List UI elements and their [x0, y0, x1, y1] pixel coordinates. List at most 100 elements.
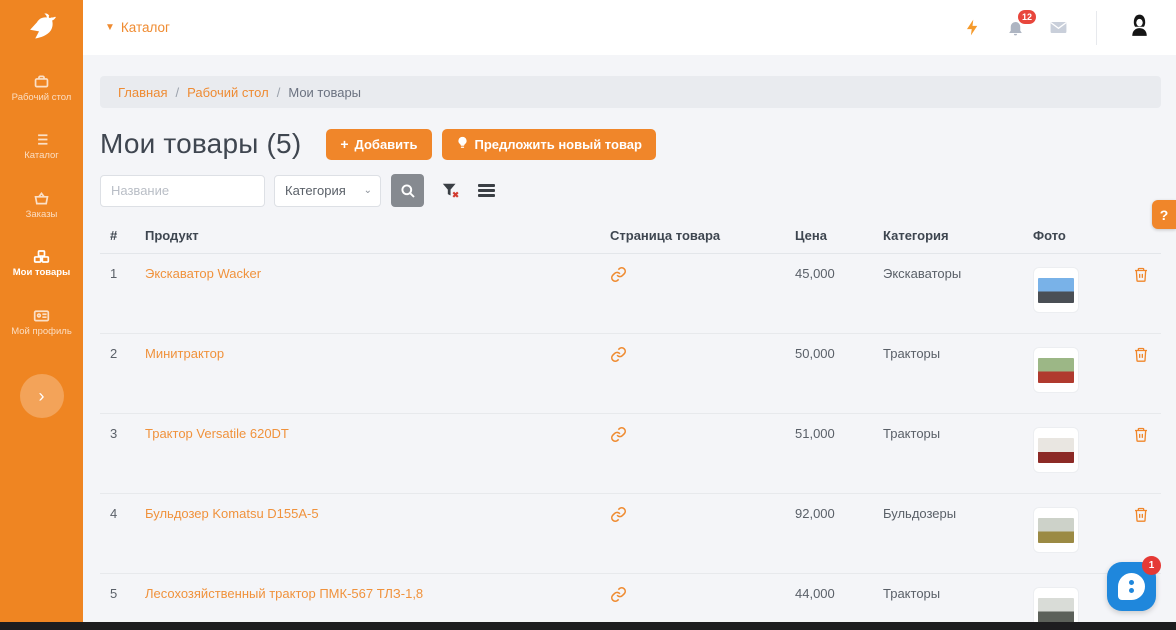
table-header: # Продукт Страница товара Цена Категория… — [100, 220, 1161, 254]
product-link[interactable]: Минитрактор — [145, 346, 224, 361]
trash-icon — [1133, 426, 1149, 443]
product-page-link[interactable] — [610, 506, 627, 526]
user-avatar[interactable] — [1125, 11, 1154, 45]
product-photo[interactable] — [1033, 507, 1079, 553]
sidebar-item-label: Заказы — [2, 210, 81, 220]
product-photo[interactable] — [1033, 267, 1079, 313]
product-photo[interactable] — [1033, 427, 1079, 473]
product-page-link[interactable] — [610, 426, 627, 446]
chevron-right-icon: › — [39, 386, 45, 407]
product-category: Тракторы — [883, 586, 1033, 601]
chat-bubble-icon — [1118, 573, 1145, 600]
name-search-input[interactable] — [100, 175, 265, 207]
product-price: 51,000 — [795, 426, 883, 441]
filter-x-icon — [441, 181, 461, 201]
product-link[interactable]: Бульдозер Komatsu D155A-5 — [145, 506, 319, 521]
table-row: 5 Лесохозяйственный трактор ПМК-567 ТЛЗ-… — [100, 574, 1161, 622]
table-body: 1 Экскаватор Wacker 45,000 Экскаваторы — [100, 254, 1161, 622]
suggest-product-button[interactable]: Предложить новый товар — [442, 129, 656, 160]
profile-card-icon — [33, 308, 50, 323]
col-photo: Фото — [1033, 228, 1133, 243]
chat-unread-badge: 1 — [1142, 556, 1161, 575]
col-product: Продукт — [145, 228, 610, 243]
link-icon — [610, 586, 627, 603]
notifications-button[interactable]: 12 — [1006, 18, 1025, 37]
sidebar-item-desktop[interactable]: Рабочий стол — [0, 64, 83, 114]
list-menu-button[interactable] — [478, 184, 495, 197]
help-button[interactable]: ? — [1152, 200, 1176, 229]
product-page-link[interactable] — [610, 266, 627, 286]
product-price: 44,000 — [795, 586, 883, 601]
boost-button[interactable] — [963, 18, 982, 37]
sidebar-item-my-products[interactable]: Мои товары — [0, 239, 83, 289]
sidebar-item-label: Мои товары — [2, 268, 81, 278]
add-product-button[interactable]: + Добавить — [326, 129, 431, 160]
product-photo-image — [1038, 278, 1074, 303]
trash-icon — [1133, 266, 1149, 283]
col-price: Цена — [795, 228, 883, 243]
product-category: Тракторы — [883, 346, 1033, 361]
row-number: 2 — [100, 346, 145, 361]
delete-product-button[interactable] — [1133, 506, 1149, 526]
product-photo[interactable] — [1033, 587, 1079, 622]
breadcrumb-separator: / — [277, 85, 281, 100]
breadcrumb-current: Мои товары — [288, 85, 361, 100]
topbar-icons: 12 — [963, 11, 1154, 45]
delete-product-button[interactable] — [1133, 426, 1149, 446]
catalog-dropdown-label: Каталог — [121, 20, 170, 35]
my-products-boxes-icon — [33, 249, 50, 264]
chevron-down-icon: ⌄ — [364, 185, 372, 196]
product-price: 92,000 — [795, 506, 883, 521]
sidebar-item-label: Рабочий стол — [2, 93, 81, 103]
col-category: Категория — [883, 228, 1033, 243]
app-logo[interactable] — [0, 0, 83, 56]
sidebar-item-orders[interactable]: Заказы — [0, 181, 83, 231]
product-category: Тракторы — [883, 426, 1033, 441]
product-link[interactable]: Экскаватор Wacker — [145, 266, 261, 281]
clear-filter-button[interactable] — [441, 181, 461, 201]
orders-basket-icon — [33, 191, 50, 206]
chat-widget-button[interactable]: 1 — [1107, 562, 1156, 611]
product-link[interactable]: Лесохозяйственный трактор ПМК-567 ТЛЗ-1,… — [145, 586, 423, 601]
product-page-link[interactable] — [610, 586, 627, 606]
product-photo-image — [1038, 518, 1074, 543]
sidebar-nav: Рабочий стол Каталог Заказы Мои товары М… — [0, 64, 83, 348]
product-page-link[interactable] — [610, 346, 627, 366]
catalog-list-icon — [33, 132, 50, 147]
sidebar: Рабочий стол Каталог Заказы Мои товары М… — [0, 0, 83, 622]
product-price: 45,000 — [795, 266, 883, 281]
sidebar-item-catalog[interactable]: Каталог — [0, 122, 83, 172]
products-count: (5) — [267, 128, 302, 159]
category-select[interactable]: Категория ⌄ — [274, 175, 381, 207]
product-photo-image — [1038, 358, 1074, 383]
desktop-icon — [33, 74, 50, 89]
product-link[interactable]: Трактор Versatile 620DT — [145, 426, 289, 441]
delete-product-button[interactable] — [1133, 346, 1149, 366]
notifications-badge: 12 — [1018, 10, 1036, 24]
row-number: 3 — [100, 426, 145, 441]
catalog-dropdown[interactable]: ▼ Каталог — [105, 20, 170, 35]
product-photo[interactable] — [1033, 347, 1079, 393]
table-row: 1 Экскаватор Wacker 45,000 Экскаваторы — [100, 254, 1161, 334]
row-number: 1 — [100, 266, 145, 281]
sidebar-expand-button[interactable]: › — [20, 374, 64, 418]
product-category: Бульдозеры — [883, 506, 1033, 521]
search-icon — [400, 183, 416, 199]
breadcrumb-home[interactable]: Главная — [118, 85, 167, 100]
main-content: Главная / Рабочий стол / Мои товары Мои … — [83, 55, 1176, 622]
sidebar-item-profile[interactable]: Мой профиль — [0, 298, 83, 348]
table-row: 3 Трактор Versatile 620DT 51,000 Трактор… — [100, 414, 1161, 494]
search-button[interactable] — [391, 174, 424, 207]
breadcrumb-desktop[interactable]: Рабочий стол — [187, 85, 269, 100]
messages-button[interactable] — [1049, 18, 1068, 37]
product-price: 50,000 — [795, 346, 883, 361]
col-num: # — [100, 228, 145, 243]
lightning-icon — [963, 18, 982, 37]
table-row: 4 Бульдозер Komatsu D155A-5 92,000 Бульд… — [100, 494, 1161, 574]
delete-product-button[interactable] — [1133, 266, 1149, 286]
person-icon — [1125, 11, 1154, 40]
topbar: ▼ Каталог 12 — [83, 0, 1176, 55]
breadcrumb-separator: / — [175, 85, 179, 100]
product-category: Экскаваторы — [883, 266, 1033, 281]
mail-icon — [1049, 18, 1068, 37]
